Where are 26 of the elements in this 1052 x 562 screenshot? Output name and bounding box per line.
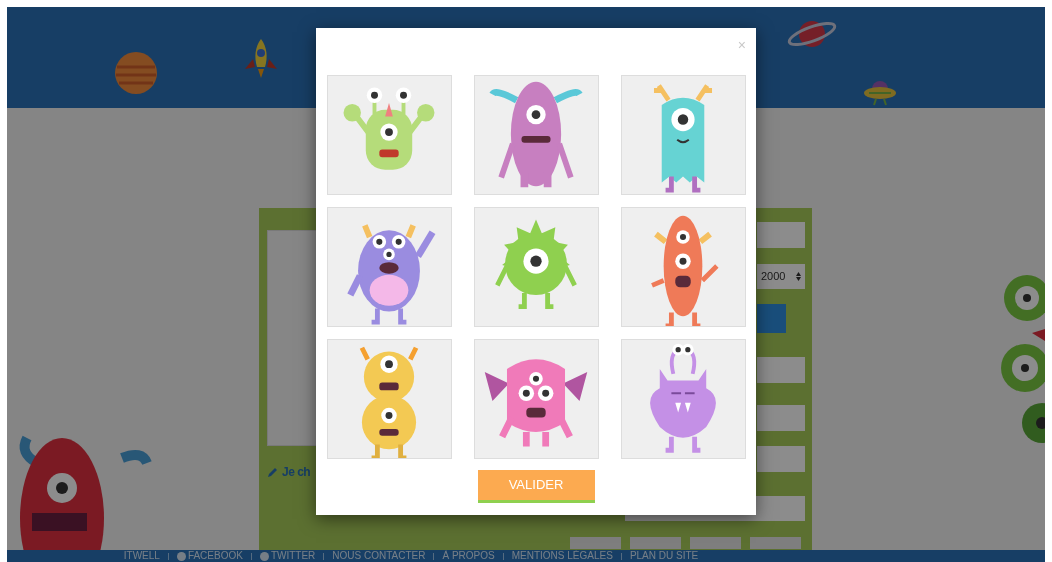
footer-link[interactable]: MENTIONS LÉGALES (511, 550, 613, 562)
rocket-icon (243, 37, 279, 79)
footer-link[interactable]: ITWELL (123, 550, 160, 562)
text-field[interactable] (757, 405, 805, 431)
year-select[interactable]: 2000 (757, 264, 805, 289)
facebook-icon[interactable] (176, 551, 186, 561)
planet-icon (114, 51, 158, 95)
footer-link[interactable]: NOUS CONTACTER (332, 550, 426, 562)
close-button[interactable]: × (737, 36, 746, 54)
footer-link[interactable]: PLAN DU SITE (629, 550, 699, 562)
validate-button[interactable]: VALIDER (477, 470, 595, 503)
avatar-thumbnail[interactable] (630, 537, 681, 549)
sort-arrows-icon (796, 272, 801, 281)
avatar-thumbnail[interactable] (690, 537, 741, 549)
pencil-icon[interactable] (267, 466, 279, 478)
footer-link[interactable]: À PROPOS (442, 550, 495, 562)
footer-link[interactable]: TWITTER (270, 550, 316, 562)
text-field[interactable] (757, 446, 805, 472)
avatar-thumbnail[interactable] (570, 537, 621, 549)
edit-link[interactable]: Je ch (282, 463, 311, 481)
twitter-icon[interactable] (259, 551, 269, 561)
submit-button[interactable] (757, 304, 786, 333)
footer-link[interactable]: FACEBOOK (187, 550, 243, 562)
text-field[interactable] (757, 222, 805, 248)
avatar-thumbnail[interactable] (750, 537, 801, 549)
text-field[interactable] (757, 357, 805, 383)
